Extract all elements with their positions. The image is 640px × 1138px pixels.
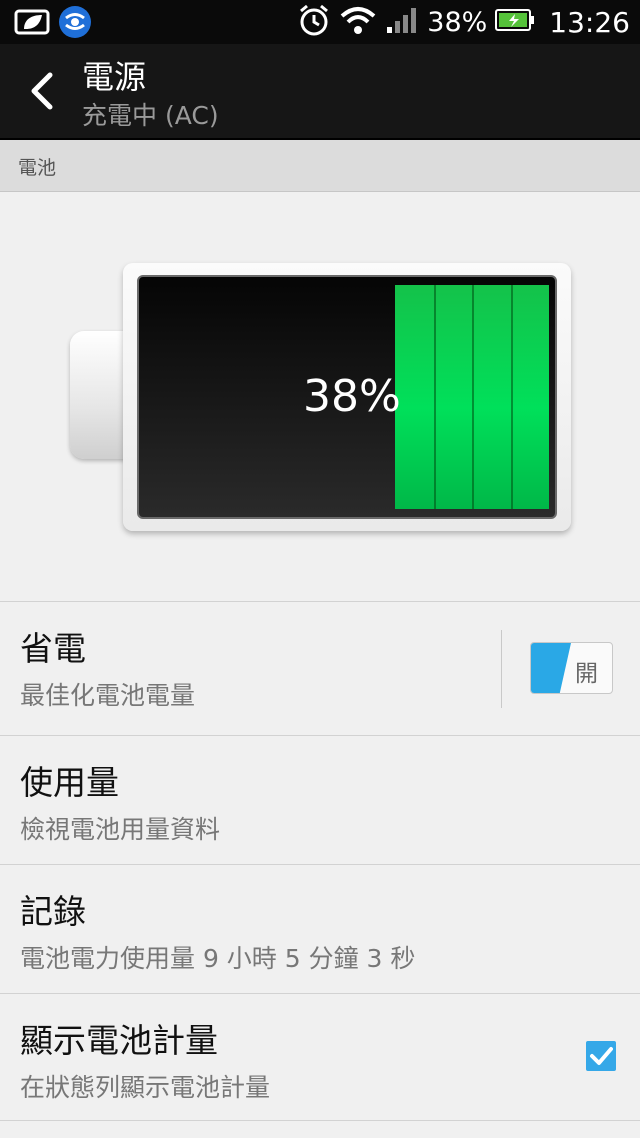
status-time: 13:26	[549, 5, 630, 39]
battery-shell: 38%	[123, 263, 571, 531]
status-bar: 38% 13:26	[0, 0, 640, 44]
section-header-battery: 電池	[0, 140, 640, 192]
setting-title: 省電	[20, 629, 86, 668]
leaf-icon	[14, 7, 50, 41]
carrier-icon	[58, 5, 92, 43]
checkmark-icon	[590, 1047, 613, 1065]
setting-history[interactable]: 記錄 電池電力使用量 9 小時 5 分鐘 3 秒	[0, 864, 640, 993]
setting-title: 顯示電池計量	[20, 1021, 218, 1060]
setting-subtitle: 在狀態列顯示電池計量	[20, 1073, 271, 1102]
setting-subtitle: 檢視電池用量資料	[20, 815, 221, 844]
status-bar-right: 38% 13:26	[297, 0, 630, 44]
battery-percent-label: 38%	[303, 371, 401, 422]
setting-subtitle: 電池電力使用量 9 小時 5 分鐘 3 秒	[20, 944, 416, 973]
signal-icon	[385, 5, 419, 39]
battery-level-fill	[395, 285, 549, 509]
battery-segment-divider	[510, 285, 513, 509]
alarm-icon	[297, 3, 331, 41]
status-bar-left	[14, 5, 92, 43]
toggle-label: 開	[575, 661, 598, 687]
back-button[interactable]	[16, 66, 66, 116]
wifi-icon	[339, 4, 377, 40]
battery-graphic: 38%	[0, 193, 640, 601]
setting-title: 記錄	[20, 892, 86, 931]
setting-usage[interactable]: 使用量 檢視電池用量資料	[0, 735, 640, 864]
action-bar: 電源 充電中 (AC)	[0, 44, 640, 140]
section-header-label: 電池	[18, 157, 57, 179]
setting-title: 使用量	[20, 763, 119, 802]
battery-charging-icon	[495, 8, 535, 36]
divider	[501, 630, 502, 708]
status-battery-percent: 38%	[427, 6, 488, 38]
page-subtitle: 充電中 (AC)	[82, 101, 219, 130]
battery-segment-divider	[433, 285, 436, 509]
battery-segment-divider	[472, 285, 474, 509]
toggle-knob	[531, 643, 571, 693]
setting-power-saver[interactable]: 省電 最佳化電池電量 開	[0, 601, 640, 735]
battery-inner: 38%	[137, 275, 557, 519]
power-saver-toggle[interactable]: 開	[530, 642, 613, 694]
chevron-left-icon	[31, 72, 53, 110]
page-title: 電源	[82, 58, 147, 96]
setting-subtitle: 最佳化電池電量	[20, 681, 196, 710]
show-battery-meter-checkbox[interactable]	[586, 1041, 616, 1071]
setting-show-battery-meter[interactable]: 顯示電池計量 在狀態列顯示電池計量	[0, 993, 640, 1121]
